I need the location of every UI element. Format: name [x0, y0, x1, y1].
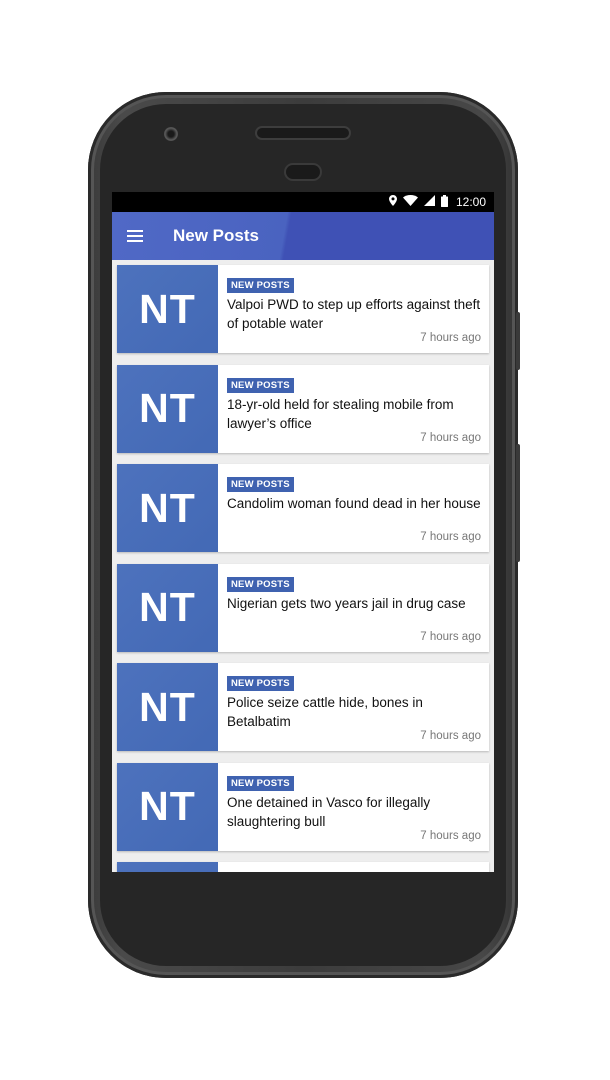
- clock-time: 12:00: [455, 195, 486, 209]
- post-card-partial[interactable]: [117, 862, 489, 872]
- post-body: NEW POSTS One detained in Vasco for ille…: [218, 763, 489, 851]
- post-headline[interactable]: Candolim woman found dead in her house: [227, 494, 481, 513]
- volume-button: [516, 444, 520, 562]
- hamburger-menu-icon: [127, 230, 143, 242]
- post-card[interactable]: NT NEW POSTS 18-yr-old held for stealing…: [117, 364, 489, 453]
- post-time: 7 hours ago: [420, 431, 481, 444]
- wifi-icon: [402, 195, 418, 209]
- status-bar: 12:00: [112, 192, 494, 212]
- post-card[interactable]: NT NEW POSTS Candolim woman found dead i…: [117, 464, 489, 552]
- menu-button[interactable]: [112, 212, 158, 260]
- post-thumbnail: NT: [117, 663, 218, 751]
- app-bar: New Posts: [112, 212, 494, 260]
- category-badge[interactable]: NEW POSTS: [227, 676, 294, 691]
- post-thumbnail: NT: [117, 762, 218, 851]
- post-time: 7 hours ago: [420, 730, 481, 742]
- cellular-signal-icon: [423, 195, 435, 209]
- category-badge[interactable]: NEW POSTS: [227, 576, 294, 592]
- power-button: [516, 312, 520, 370]
- post-body: NEW POSTS Valpoi PWD to step up efforts …: [218, 265, 489, 353]
- posts-list[interactable]: NT NEW POSTS Valpoi PWD to step up effor…: [112, 260, 494, 872]
- page-title: New Posts: [173, 226, 259, 245]
- post-time: 7 hours ago: [420, 630, 481, 643]
- post-headline[interactable]: Police seize cattle hide, bones in Betal…: [227, 693, 481, 731]
- category-badge[interactable]: NEW POSTS: [227, 278, 294, 293]
- proximity-sensor: [286, 165, 320, 179]
- post-card[interactable]: NT NEW POSTS Valpoi PWD to step up effor…: [117, 265, 489, 353]
- post-body: NEW POSTS 18-yr-old held for stealing mo…: [218, 365, 489, 453]
- post-time: 7 hours ago: [420, 332, 481, 344]
- screen: 12:00 New Posts NT NEW POSTS Valpoi PWD …: [112, 192, 494, 872]
- post-headline[interactable]: Valpoi PWD to step up efforts against th…: [227, 295, 481, 333]
- battery-icon: [440, 194, 448, 210]
- post-card[interactable]: NT NEW POSTS Police seize cattle hide, b…: [117, 663, 489, 751]
- post-thumbnail: NT: [117, 364, 218, 453]
- post-body: NEW POSTS Nigerian gets two years jail i…: [218, 564, 489, 652]
- category-badge[interactable]: NEW POSTS: [227, 775, 294, 791]
- location-icon: [388, 195, 397, 209]
- post-headline[interactable]: Nigerian gets two years jail in drug cas…: [227, 594, 481, 613]
- post-headline[interactable]: 18-yr-old held for stealing mobile from …: [227, 395, 481, 433]
- post-body: [218, 862, 489, 872]
- post-headline[interactable]: One detained in Vasco for illegally slau…: [227, 793, 481, 831]
- post-thumbnail: NT: [117, 265, 218, 353]
- post-card[interactable]: NT NEW POSTS One detained in Vasco for i…: [117, 762, 489, 851]
- earpiece-speaker: [257, 128, 349, 138]
- post-time: 7 hours ago: [420, 829, 481, 842]
- post-card[interactable]: NT NEW POSTS Nigerian gets two years jai…: [117, 563, 489, 652]
- post-thumbnail: [117, 862, 218, 872]
- post-body: NEW POSTS Candolim woman found dead in h…: [218, 464, 489, 552]
- category-badge[interactable]: NEW POSTS: [227, 377, 294, 393]
- category-badge[interactable]: NEW POSTS: [227, 477, 294, 492]
- front-camera: [164, 127, 178, 141]
- post-body: NEW POSTS Police seize cattle hide, bone…: [218, 663, 489, 751]
- post-thumbnail: NT: [117, 563, 218, 652]
- post-time: 7 hours ago: [420, 531, 481, 543]
- post-thumbnail: NT: [117, 464, 218, 552]
